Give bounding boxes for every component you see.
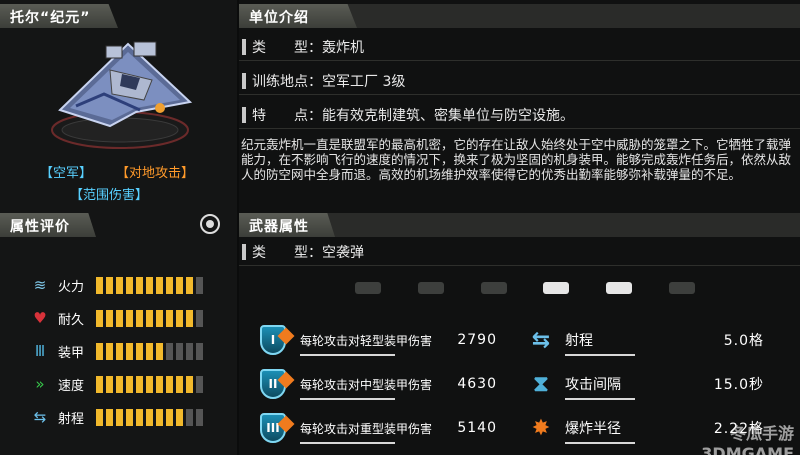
- damage-row: II 每轮攻击对中型装甲伤害 4630: [258, 366, 503, 402]
- weapon-stat-label: 攻击间隔: [565, 377, 621, 393]
- attribute-row: ♥ 耐久: [28, 307, 203, 329]
- weapon-stat-value: 15.0秒: [713, 377, 764, 393]
- tank-icon: [543, 282, 570, 294]
- feature-row: 特 点：能有效克制建筑、密集单位与防空设施。: [239, 101, 800, 129]
- refresh-icon[interactable]: [200, 214, 220, 234]
- ship-icon: [606, 282, 633, 294]
- armor-tier-icon: III: [258, 410, 295, 446]
- unit-name: 托尔“纪元”: [0, 4, 118, 28]
- training-location-text: 训练地点：空军工厂 3级: [252, 73, 406, 90]
- target-type-icons: [355, 276, 695, 300]
- underline: [300, 398, 395, 400]
- submarine-icon: [668, 282, 695, 294]
- bomber-image: [40, 30, 200, 150]
- range-arrows-icon: ⇆: [33, 408, 47, 426]
- tag-ground-attack: 【对地攻击】: [116, 166, 195, 181]
- explosion-icon: ✸: [531, 415, 551, 441]
- weapon-stat-row: ⧗ 攻击间隔 15.0秒: [523, 366, 770, 402]
- underline: [565, 354, 635, 356]
- weapon-stat-row: ⇆ 射程 5.0格: [523, 322, 770, 358]
- unit-type-text: 类 型：轰炸机: [252, 39, 364, 56]
- weapon-attributes-header: 武器属性: [239, 213, 335, 237]
- watermark: 冬瓜手游 3DMGAME: [701, 424, 794, 455]
- attribute-label: 射程: [58, 411, 85, 427]
- tag-air-force: 【空军】: [40, 166, 93, 181]
- weapon-stat-label: 射程: [565, 333, 593, 349]
- weapon-type-text: 类 型：空袭弹: [252, 244, 364, 261]
- hourglass-icon: ⧗: [533, 371, 549, 397]
- attribute-row: Ⅲ 装甲: [28, 340, 203, 362]
- training-location-row: 训练地点：空军工厂 3级: [239, 67, 800, 95]
- attribute-bar: [96, 276, 203, 294]
- attribute-label: 耐久: [58, 312, 85, 328]
- unit-description: 纪元轰炸机一直是联盟军的最高机密，它的存在让敌人始终处于空中威胁的笼罩之下。它牺…: [241, 137, 792, 182]
- damage-label: 每轮攻击对轻型装甲伤害: [300, 333, 433, 348]
- attribute-label: 速度: [58, 378, 85, 394]
- range-arrows-icon: ⇆: [531, 327, 551, 353]
- attribute-row: » 速度: [28, 373, 203, 395]
- armor-tier-icon: II: [258, 366, 295, 402]
- underline: [565, 442, 635, 444]
- underline: [565, 398, 635, 400]
- weapon-stat-value: 5.0格: [723, 333, 764, 349]
- feature-text: 特 点：能有效克制建筑、密集单位与防空设施。: [252, 107, 574, 124]
- underline: [300, 354, 395, 356]
- unit-type-row: 类 型：轰炸机: [239, 33, 800, 61]
- weapon-stat-label: 爆炸半径: [565, 421, 621, 437]
- heart-icon: ♥: [33, 309, 47, 327]
- attribute-label: 火力: [58, 279, 85, 295]
- unit-panel: 托尔“纪元” 【空军】 【对地攻击】 【范围伤害】 属性评价 ≋ 火力 ♥ 耐久 Ⅲ 装甲…: [0, 0, 237, 455]
- attribute-row: ⇆ 射程: [28, 406, 203, 428]
- jet-icon: [417, 282, 444, 294]
- damage-value: 2790: [457, 332, 497, 348]
- fire-power-icon: ≋: [33, 276, 47, 294]
- damage-row: I 每轮攻击对轻型装甲伤害 2790: [258, 322, 503, 358]
- plane-icon: [355, 282, 381, 294]
- damage-label: 每轮攻击对中型装甲伤害: [300, 377, 433, 392]
- damage-label: 每轮攻击对重型装甲伤害: [300, 421, 433, 436]
- damage-row: III 每轮攻击对重型装甲伤害 5140: [258, 410, 503, 446]
- damage-value: 5140: [457, 420, 497, 436]
- unit-intro-header: 单位介绍: [239, 4, 357, 28]
- attribute-row: ≋ 火力: [28, 274, 203, 296]
- tag-area-damage: 【范围伤害】: [70, 188, 149, 203]
- armor-icon: Ⅲ: [34, 342, 46, 360]
- damage-value: 4630: [457, 376, 497, 392]
- weapon-type-row: 类 型：空袭弹: [239, 238, 800, 266]
- attribute-bar: [96, 375, 203, 393]
- underline: [300, 442, 395, 444]
- attribute-bar: [96, 309, 203, 327]
- attribute-bar: [96, 408, 203, 426]
- attribute-bar: [96, 342, 203, 360]
- armor-tier-icon: I: [258, 322, 295, 358]
- attribute-label: 装甲: [58, 345, 85, 361]
- speed-chevron-icon: »: [35, 375, 45, 393]
- attributes-header: 属性评价: [0, 213, 96, 237]
- helicopter-icon: [480, 282, 507, 294]
